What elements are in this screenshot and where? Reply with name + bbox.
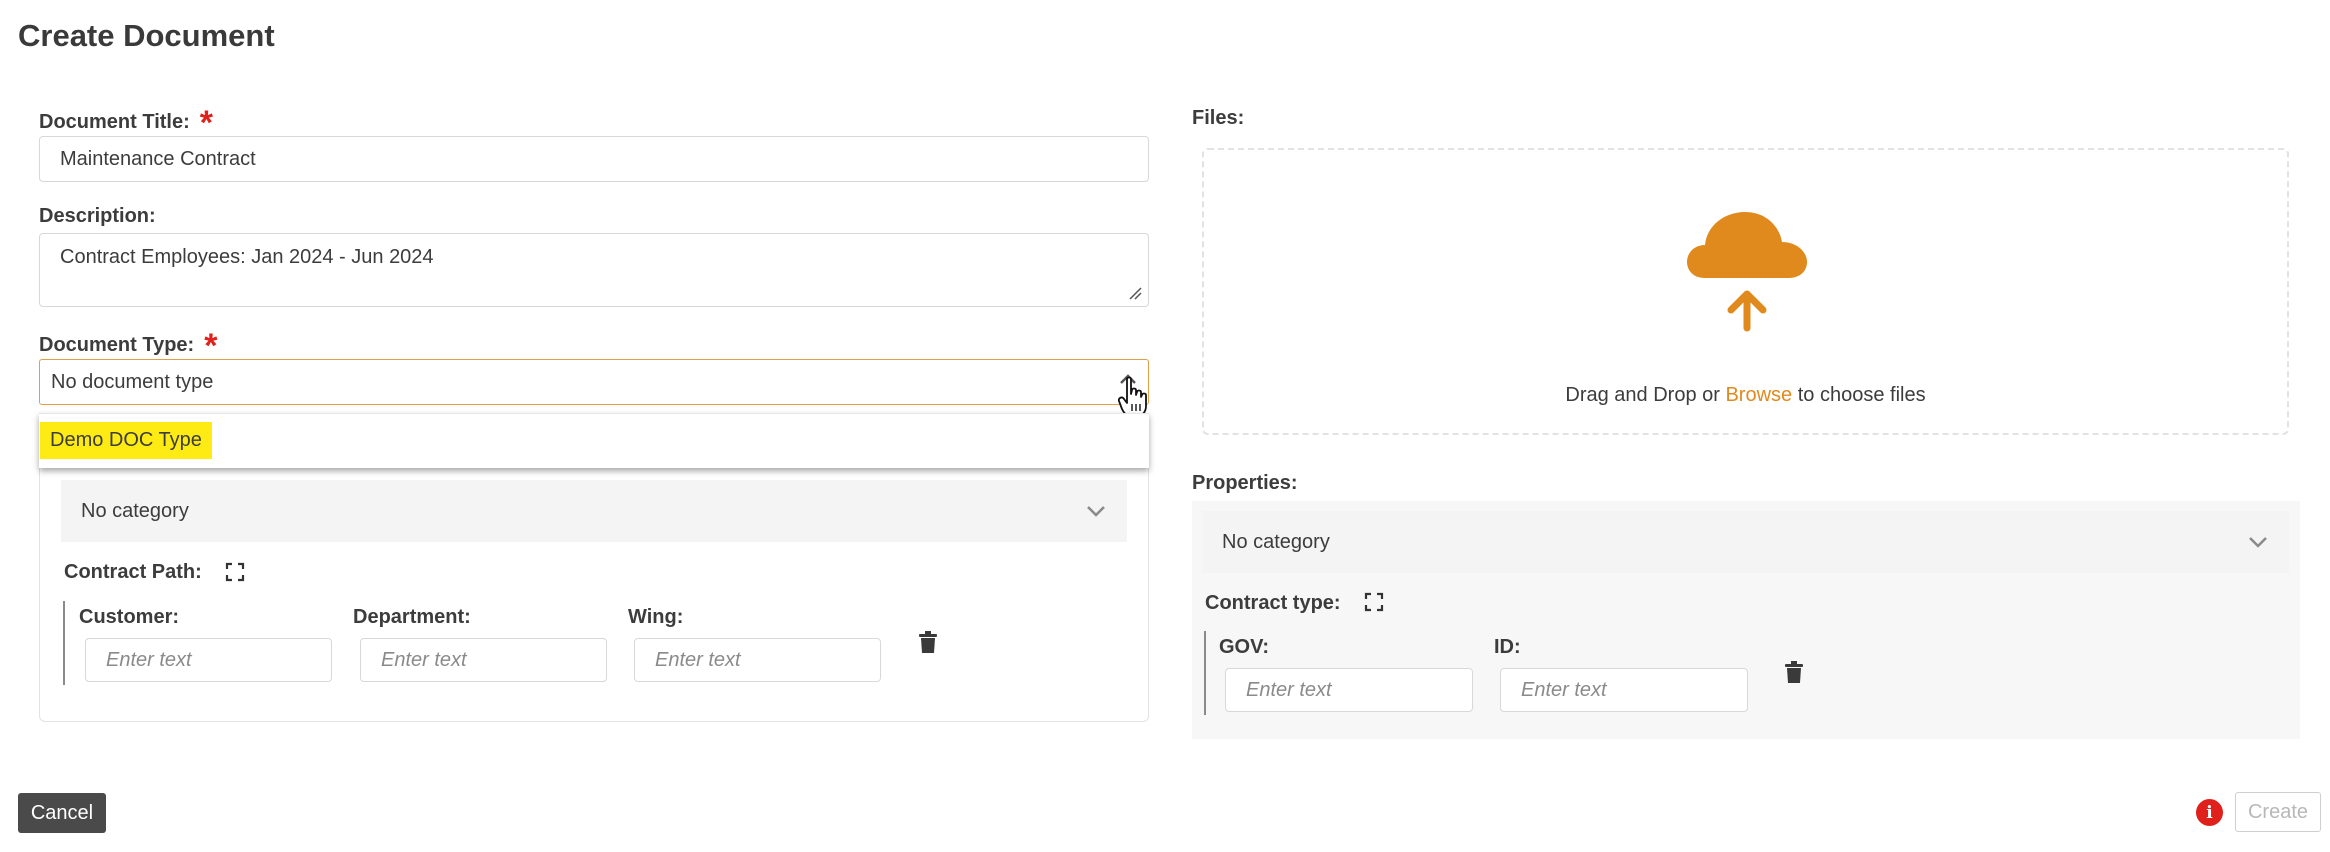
document-type-label-text: Document Type: (39, 334, 195, 356)
group-divider (1204, 631, 1206, 715)
contract-type-label: Contract type: (1205, 592, 1341, 614)
expand-icon[interactable] (225, 562, 245, 582)
gov-input[interactable] (1225, 668, 1473, 712)
resize-handle-icon[interactable] (1128, 286, 1142, 300)
page-title: Create Document (18, 18, 275, 53)
department-input[interactable] (360, 638, 607, 682)
cloud-upload-icon (1687, 212, 1807, 332)
chevron-down-icon (1087, 506, 1105, 517)
document-type-select[interactable]: No document type (39, 359, 1149, 405)
description-value: Contract Employees: Jan 2024 - Jun 2024 (60, 246, 434, 268)
trash-icon[interactable] (1784, 661, 1804, 684)
description-textarea[interactable]: Contract Employees: Jan 2024 - Jun 2024 (39, 233, 1149, 307)
department-label: Department: (353, 606, 471, 628)
document-type-value: No document type (51, 370, 214, 393)
contract-path-label: Contract Path: (64, 561, 202, 583)
files-label: Files: (1192, 107, 1245, 129)
document-title-label-text: Document Title: (39, 111, 190, 133)
id-input[interactable] (1500, 668, 1748, 712)
cancel-button[interactable]: Cancel (18, 793, 106, 833)
id-label: ID: (1494, 636, 1521, 658)
description-label: Description: (39, 205, 156, 227)
expand-icon[interactable] (1364, 592, 1384, 612)
category-select[interactable]: No category (61, 480, 1127, 542)
customer-label: Customer: (79, 606, 180, 628)
group-divider (63, 601, 65, 685)
document-title-value: Maintenance Contract (60, 147, 256, 170)
file-dropzone[interactable]: Drag and Drop or Browse to choose files (1202, 148, 2289, 435)
document-type-label: Document Type: * (39, 329, 217, 363)
browse-link[interactable]: Browse (1725, 384, 1792, 406)
trash-icon[interactable] (918, 631, 938, 654)
properties-category-value: No category (1222, 530, 1330, 553)
info-icon[interactable]: i (2196, 799, 2223, 826)
create-button[interactable]: Create (2235, 792, 2321, 832)
customer-input[interactable] (85, 638, 332, 682)
document-title-input[interactable]: Maintenance Contract (39, 136, 1149, 182)
properties-category-select[interactable]: No category (1202, 511, 2289, 573)
document-title-label: Document Title: * (39, 106, 213, 140)
dropzone-suffix: to choose files (1792, 384, 1926, 406)
dropzone-text: Drag and Drop or Browse to choose files (1204, 384, 2287, 407)
dropdown-option-demo-doc-type[interactable]: Demo DOC Type (40, 422, 212, 459)
dropzone-prefix: Drag and Drop or (1565, 384, 1726, 406)
wing-label: Wing: (628, 606, 684, 628)
document-type-dropdown: Demo DOC Type (39, 413, 1149, 468)
properties-label: Properties: (1192, 472, 1298, 494)
category-value: No category (81, 499, 189, 522)
chevron-down-icon (2249, 537, 2267, 548)
gov-label: GOV: (1219, 636, 1270, 658)
wing-input[interactable] (634, 638, 881, 682)
